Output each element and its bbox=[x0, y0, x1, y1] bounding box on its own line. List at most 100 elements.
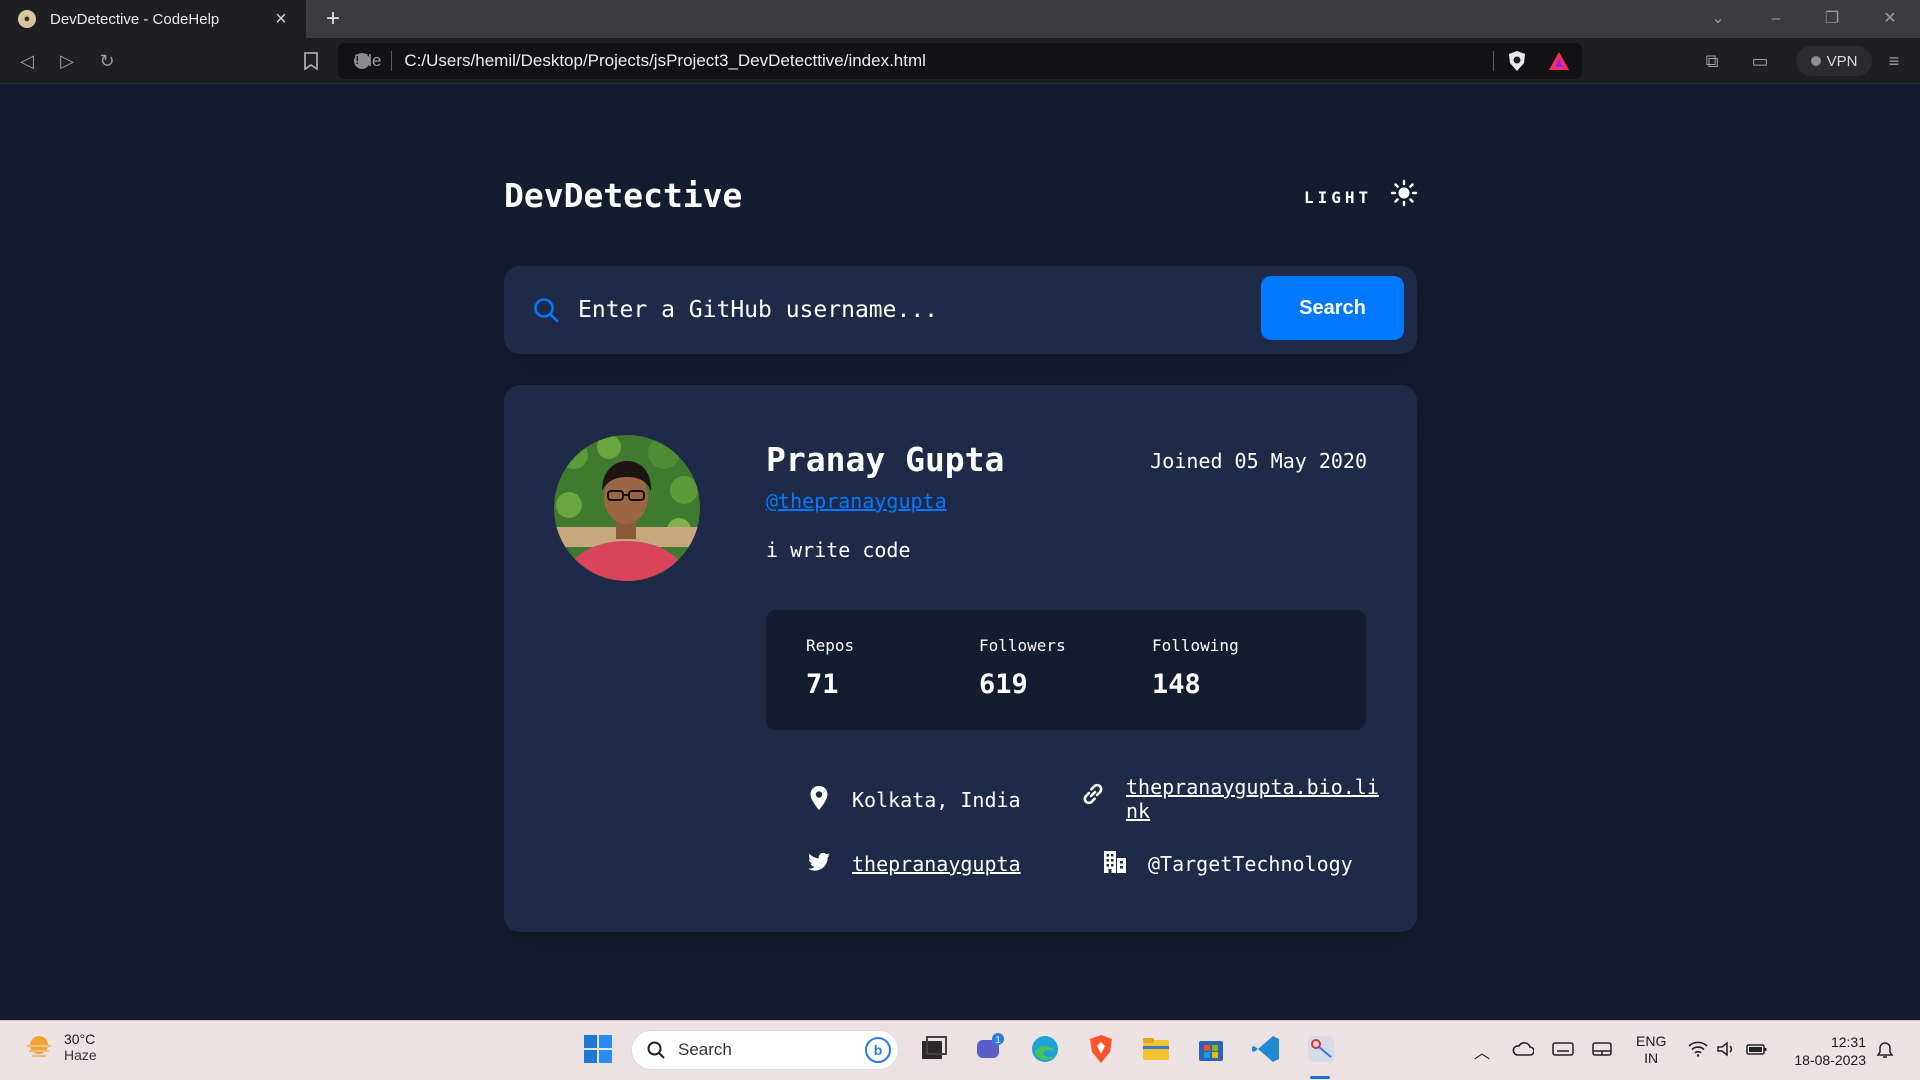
language-indicator[interactable]: ENG IN bbox=[1636, 1033, 1666, 1067]
search-icon bbox=[647, 1041, 665, 1059]
brave-rewards-icon[interactable] bbox=[1548, 50, 1570, 72]
stat-label: Following bbox=[1152, 636, 1239, 655]
link-icon bbox=[1083, 783, 1103, 805]
edge-icon[interactable] bbox=[1029, 1033, 1061, 1065]
stats-panel: Repos 71 Followers 619 Following 148 bbox=[766, 610, 1366, 730]
show-hidden-icons[interactable]: ︿ bbox=[1474, 1039, 1490, 1063]
touchpad-icon[interactable] bbox=[1591, 1041, 1613, 1057]
stat-following: Following 148 bbox=[1152, 636, 1239, 700]
browser-tab-strip: ● DevDetective - CodeHelp × + ⌄ – ❐ ✕ bbox=[0, 0, 1920, 38]
website-row: thepranaygupta.bio.li nk bbox=[1080, 775, 1379, 823]
weather-widget[interactable]: 30°C Haze bbox=[24, 1031, 97, 1063]
taskbar-search-label: Search bbox=[678, 1040, 732, 1059]
bookmark-icon[interactable] bbox=[296, 46, 326, 76]
clock-date: 18-08-2023 bbox=[1794, 1052, 1866, 1068]
stat-label: Repos bbox=[806, 636, 855, 655]
search-icon bbox=[534, 298, 559, 323]
teams-chat-icon[interactable]: 1 bbox=[974, 1033, 1006, 1065]
twitter-icon bbox=[808, 852, 830, 871]
avatar bbox=[554, 435, 700, 581]
minimize-button[interactable]: – bbox=[1748, 0, 1804, 38]
location-text: Kolkata, India bbox=[852, 788, 1021, 812]
restore-button[interactable]: ❐ bbox=[1804, 0, 1860, 38]
website-link-line2[interactable]: nk bbox=[1126, 799, 1150, 823]
sun-icon[interactable] bbox=[1390, 179, 1418, 207]
favicon-icon: ● bbox=[18, 10, 36, 28]
twitter-link[interactable]: thepranaygupta bbox=[852, 852, 1021, 876]
menu-icon[interactable]: ≡ bbox=[1879, 46, 1909, 76]
url-text[interactable]: C:/Users/hemil/Desktop/Projects/jsProjec… bbox=[404, 51, 1493, 71]
app-logo: DevDetective bbox=[504, 176, 743, 215]
stat-value: 71 bbox=[806, 669, 839, 700]
language-line2: IN bbox=[1644, 1050, 1659, 1066]
company-text: @TargetTechnology bbox=[1148, 852, 1353, 876]
file-explorer-icon[interactable] bbox=[1140, 1033, 1172, 1065]
site-info-icon[interactable]: ! bbox=[354, 53, 370, 69]
browser-tab[interactable]: ● DevDetective - CodeHelp × bbox=[0, 0, 306, 38]
forward-icon[interactable]: ▷ bbox=[52, 46, 82, 76]
profile-handle-link[interactable]: @thepranaygupta bbox=[766, 489, 947, 513]
wallet-icon[interactable]: ▭ bbox=[1745, 46, 1775, 76]
language-line1: ENG bbox=[1636, 1033, 1667, 1049]
location-row: Kolkata, India bbox=[806, 785, 1021, 812]
brave-shield-icon[interactable] bbox=[1506, 50, 1528, 72]
reload-icon[interactable]: ↻ bbox=[92, 46, 122, 76]
website-link[interactable]: thepranaygupta.bio.li nk bbox=[1126, 775, 1379, 823]
website-link-line1[interactable]: thepranaygupta.bio.li bbox=[1126, 775, 1379, 799]
microsoft-store-icon[interactable] bbox=[1195, 1033, 1227, 1065]
haze-sun-icon bbox=[27, 1036, 51, 1058]
taskbar-search-box[interactable]: Search b bbox=[631, 1030, 899, 1070]
username-input[interactable] bbox=[578, 288, 1218, 332]
browser-toolbar: ◁ ▷ ↻ ! File C:/Users/hemil/Desktop/Proj… bbox=[0, 38, 1920, 84]
search-bar: Search bbox=[504, 266, 1417, 354]
windows-start-icon[interactable] bbox=[582, 1033, 614, 1065]
back-icon[interactable]: ◁ bbox=[12, 46, 42, 76]
weather-temperature: 30°C bbox=[64, 1031, 96, 1047]
task-view-icon[interactable] bbox=[918, 1033, 950, 1065]
building-icon bbox=[1104, 851, 1126, 873]
snipping-tool-icon[interactable] bbox=[1305, 1033, 1337, 1065]
profile-bio: i write code bbox=[766, 538, 911, 562]
clock[interactable]: 12:31 18-08-2023 bbox=[1786, 1033, 1866, 1069]
svg-text:b: b bbox=[874, 1042, 883, 1058]
clock-time: 12:31 bbox=[1830, 1034, 1866, 1050]
profile-name: Pranay Gupta bbox=[766, 440, 1005, 479]
extensions-icon[interactable]: ⧉ bbox=[1697, 46, 1727, 76]
volume-icon[interactable] bbox=[1716, 1041, 1736, 1057]
onedrive-icon[interactable] bbox=[1512, 1041, 1534, 1057]
vpn-status-icon bbox=[1810, 56, 1821, 66]
profile-card: Pranay Gupta Joined 05 May 2020 @thepran… bbox=[504, 385, 1417, 932]
stat-value: 619 bbox=[979, 669, 1028, 700]
brave-browser-icon[interactable] bbox=[1085, 1033, 1117, 1065]
vpn-label: VPN bbox=[1826, 52, 1858, 70]
search-button[interactable]: Search bbox=[1261, 276, 1404, 340]
vpn-button[interactable]: VPN bbox=[1796, 46, 1872, 76]
close-window-button[interactable]: ✕ bbox=[1862, 0, 1918, 38]
wifi-icon[interactable] bbox=[1688, 1041, 1708, 1057]
theme-toggle-label[interactable]: LIGHT bbox=[1304, 188, 1372, 207]
chat-badge: 1 bbox=[995, 1035, 1001, 1046]
company-row: @TargetTechnology bbox=[1102, 849, 1353, 876]
twitter-row: thepranaygupta bbox=[806, 849, 1021, 876]
joined-date: Joined 05 May 2020 bbox=[1150, 449, 1367, 473]
url-separator bbox=[1493, 51, 1494, 71]
tab-title: DevDetective - CodeHelp bbox=[50, 10, 220, 28]
vscode-icon[interactable] bbox=[1250, 1033, 1282, 1065]
stat-label: Followers bbox=[979, 636, 1066, 655]
tab-search-icon[interactable]: ⌄ bbox=[1690, 0, 1746, 38]
devdetective-app: DevDetective LIGHT Search bbox=[0, 84, 1920, 1020]
keyboard-icon[interactable] bbox=[1552, 1041, 1574, 1057]
notification-icon[interactable] bbox=[1876, 1041, 1894, 1059]
stat-value: 148 bbox=[1152, 669, 1201, 700]
address-bar[interactable]: ! File C:/Users/hemil/Desktop/Projects/j… bbox=[338, 43, 1582, 79]
weather-condition: Haze bbox=[64, 1047, 97, 1063]
close-tab-icon[interactable]: × bbox=[270, 8, 292, 31]
battery-icon[interactable] bbox=[1746, 1041, 1768, 1057]
bing-icon[interactable]: b bbox=[864, 1036, 892, 1064]
location-pin-icon bbox=[810, 786, 828, 810]
url-separator bbox=[391, 51, 393, 71]
active-app-indicator bbox=[1310, 1076, 1330, 1079]
windows-taskbar: 30°C Haze Search b 1 ︿ ENG IN 12:31 18-0… bbox=[0, 1020, 1920, 1080]
new-tab-button[interactable]: + bbox=[318, 4, 348, 34]
stat-followers: Followers 619 bbox=[979, 636, 1066, 700]
